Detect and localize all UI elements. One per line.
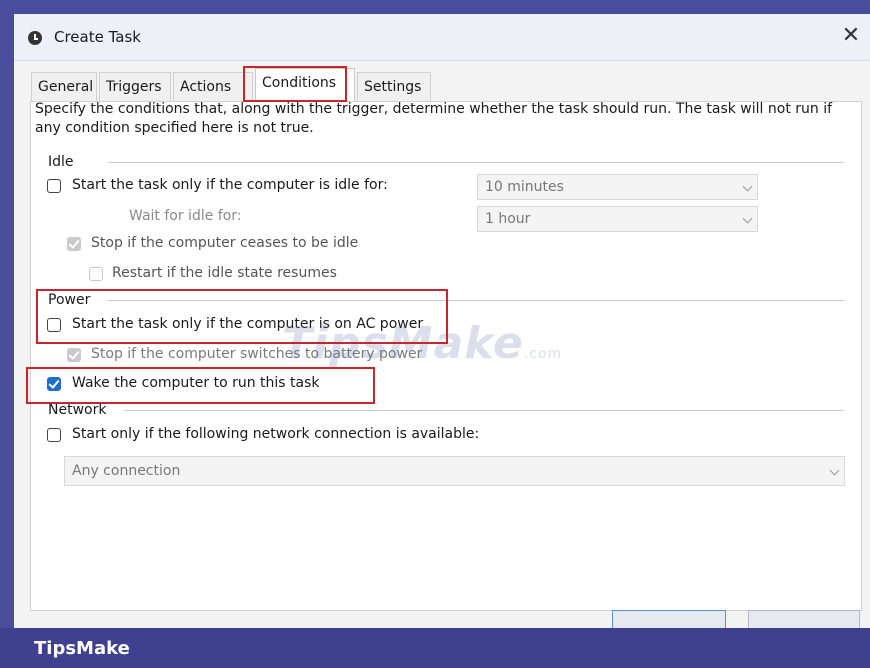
highlight-wake-computer [26, 367, 375, 404]
chevron-down-icon [742, 181, 753, 192]
network-connection-value: Any connection [72, 463, 181, 479]
stop-on-battery-checkbox[interactable] [67, 348, 81, 362]
tab-actions[interactable]: Actions [173, 72, 253, 101]
highlight-conditions-tab [243, 66, 347, 102]
footer-banner: TipsMake [0, 628, 870, 668]
wait-duration-value: 1 hour [485, 211, 531, 227]
idle-duration-value: 10 minutes [485, 179, 564, 195]
network-group-divider [124, 410, 844, 411]
checkmark-icon [68, 237, 80, 249]
start-if-network-label: Start only if the following network conn… [72, 426, 480, 442]
tab-triggers[interactable]: Triggers [99, 72, 171, 101]
cancel-button[interactable] [748, 610, 860, 630]
close-icon[interactable]: ✕ [838, 23, 864, 49]
ok-button[interactable] [612, 610, 726, 630]
wait-duration-select[interactable]: 1 hour [477, 206, 758, 232]
start-if-idle-checkbox[interactable] [47, 179, 61, 193]
tab-settings[interactable]: Settings [357, 72, 431, 101]
conditions-description: Specify the conditions that, along with … [35, 101, 833, 136]
start-if-idle-label: Start the task only if the computer is i… [72, 177, 388, 193]
chevron-down-icon [742, 213, 753, 224]
network-group-label: Network [48, 402, 115, 418]
idle-group-label: Idle [48, 154, 82, 170]
chevron-down-icon [829, 465, 840, 476]
idle-duration-select[interactable]: 10 minutes [477, 174, 758, 200]
tab-general[interactable]: General [31, 72, 97, 101]
network-connection-select[interactable]: Any connection [64, 456, 845, 486]
stop-if-ceases-label: Stop if the computer ceases to be idle [91, 235, 359, 251]
checkmark-icon [68, 348, 80, 360]
watermark-suffix: .com [523, 346, 563, 362]
highlight-ac-power [36, 289, 448, 344]
idle-group-divider [108, 162, 844, 163]
restart-if-resumes-checkbox[interactable] [89, 267, 103, 281]
clock-icon [28, 31, 42, 45]
start-if-network-checkbox[interactable] [47, 428, 61, 442]
footer-brand: TipsMake [34, 638, 130, 659]
window-title: Create Task [54, 28, 141, 46]
stop-if-ceases-checkbox[interactable] [67, 237, 81, 251]
restart-if-resumes-label: Restart if the idle state resumes [112, 265, 337, 281]
wait-for-idle-label: Wait for idle for: [129, 208, 242, 224]
title-bar[interactable]: Create Task ✕ [14, 14, 870, 61]
